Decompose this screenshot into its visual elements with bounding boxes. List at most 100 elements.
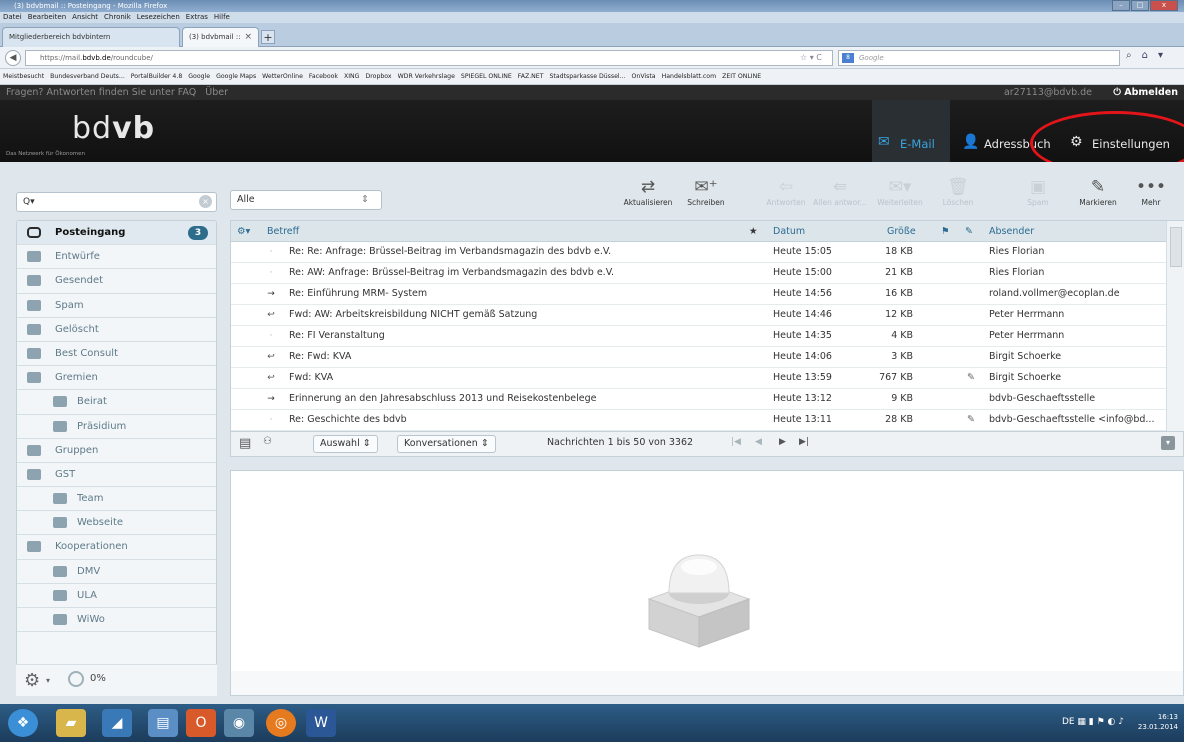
clock[interactable]: 16:13 23.01.2014 bbox=[1138, 712, 1178, 732]
about-link[interactable]: Über bbox=[205, 87, 228, 98]
menu-ansicht[interactable]: Ansicht bbox=[72, 12, 98, 23]
start-button[interactable]: ❖ bbox=[8, 709, 38, 737]
folder-item[interactable]: Gelöscht bbox=[17, 318, 216, 342]
message-row[interactable]: · Re: Re: Anfrage: Brüssel-Beitrag im Ver… bbox=[231, 242, 1166, 263]
more-button[interactable]: ••• Mehr bbox=[1124, 176, 1178, 212]
delete-button[interactable]: 🗑 Löschen bbox=[930, 176, 986, 212]
bookmark-item[interactable]: Google bbox=[188, 69, 210, 84]
folder-item[interactable]: Posteingang 3 bbox=[17, 221, 216, 246]
reply-button[interactable]: ⇦ Antworten bbox=[758, 176, 814, 212]
home-icon[interactable]: ⌂ bbox=[1142, 50, 1148, 61]
folder-item[interactable]: Präsidium bbox=[17, 415, 216, 439]
language-indicator[interactable]: DE bbox=[1062, 717, 1075, 727]
column-flag-star-icon[interactable]: ★ bbox=[749, 221, 758, 242]
message-row[interactable]: → Re: Einführung MRM- System Heute 14:56 16… bbox=[231, 284, 1166, 305]
bookmark-item[interactable]: ZEIT ONLINE bbox=[722, 69, 761, 84]
list-view-icon[interactable]: ▤ bbox=[239, 436, 251, 451]
list-options-icon[interactable]: ⚙▾ bbox=[237, 221, 250, 242]
message-row[interactable]: ↩ Re: Fwd: KVA Heute 14:06 3 KB Birgit Schoe… bbox=[231, 347, 1166, 368]
bookmark-item[interactable]: WetterOnline bbox=[262, 69, 303, 84]
menu-hilfe[interactable]: Hilfe bbox=[214, 12, 230, 23]
message-row[interactable]: · Re: AW: Anfrage: Brüssel-Beitrag im Ver… bbox=[231, 263, 1166, 284]
bdvb-logo[interactable]: bdvb bbox=[72, 114, 155, 144]
mail-search-input[interactable]: Q▾ × bbox=[16, 192, 217, 212]
reply-all-button[interactable]: ⇚ Allen antwor... bbox=[812, 176, 868, 212]
bookmark-item[interactable]: Bundesverband Deuts... bbox=[50, 69, 125, 84]
bookmark-item[interactable]: Meistbesucht bbox=[3, 69, 44, 84]
nav-email[interactable]: ✉ E-Mail bbox=[872, 100, 950, 162]
folder-item[interactable]: Team bbox=[17, 487, 216, 512]
folder-item[interactable]: Best Consult bbox=[17, 342, 216, 367]
close-tab-icon[interactable]: × bbox=[244, 28, 252, 46]
column-size[interactable]: Größe bbox=[887, 221, 916, 242]
folder-item[interactable]: Entwürfe bbox=[17, 245, 216, 270]
firefox-icon[interactable]: ◎ bbox=[266, 709, 296, 737]
folder-settings-gear-icon[interactable]: ⚙ bbox=[24, 670, 40, 691]
addon-icon[interactable]: ▾ bbox=[1158, 50, 1163, 61]
bookmark-item[interactable]: Dropbox bbox=[365, 69, 391, 84]
bookmark-item[interactable]: SPIEGEL ONLINE bbox=[461, 69, 512, 84]
threads-dropdown[interactable]: Konversationen ⇕ bbox=[397, 435, 496, 453]
maximize-button[interactable]: □ bbox=[1131, 0, 1149, 11]
first-page-icon[interactable]: |◀ bbox=[731, 437, 741, 447]
help-link[interactable]: Fragen? Antworten finden Sie unter FAQ bbox=[6, 87, 196, 98]
message-row[interactable]: · Re: Geschichte des bdvb Heute 13:11 28 KB… bbox=[231, 410, 1166, 431]
explorer-icon[interactable]: ▰ bbox=[56, 709, 86, 737]
folder-item[interactable]: ULA bbox=[17, 584, 216, 608]
folder-item[interactable]: WiWo bbox=[17, 608, 216, 633]
folder-item[interactable]: Spam bbox=[17, 294, 216, 318]
refresh-button[interactable]: ⇄ Aktualisieren bbox=[620, 176, 676, 212]
search-icon[interactable]: ⌕ bbox=[1126, 50, 1132, 61]
network-icon[interactable]: ◉ bbox=[224, 709, 254, 737]
tab-posteingang[interactable]: (3) bdvbmail :: Posteingang × bbox=[182, 27, 259, 59]
list-scrollbar[interactable] bbox=[1166, 221, 1184, 431]
message-row[interactable]: · Re: FI Veranstaltung Heute 14:35 4 KB Pete… bbox=[231, 326, 1166, 347]
column-from[interactable]: Absender bbox=[989, 221, 1034, 242]
folder-item[interactable]: Gesendet bbox=[17, 269, 216, 294]
toggle-preview-icon[interactable]: ▾ bbox=[1161, 436, 1175, 450]
column-status-icon[interactable]: ⚑ bbox=[941, 221, 950, 242]
column-subject[interactable]: Betreff bbox=[267, 221, 299, 242]
folder-item[interactable]: Webseite bbox=[17, 511, 216, 536]
bookmark-item[interactable]: WDR Verkehrslage bbox=[398, 69, 455, 84]
bookmark-item[interactable]: OnVista bbox=[632, 69, 656, 84]
search-options-icon[interactable]: Q▾ bbox=[23, 197, 35, 207]
column-attachment-icon[interactable]: ✎ bbox=[965, 221, 973, 242]
mark-button[interactable]: ✎ Markieren bbox=[1070, 176, 1126, 212]
minimize-button[interactable]: – bbox=[1112, 0, 1130, 11]
chevron-down-icon[interactable]: ▾ bbox=[46, 676, 50, 685]
bookmark-item[interactable]: Facebook bbox=[309, 69, 338, 84]
outlook-icon[interactable]: O bbox=[186, 709, 216, 737]
app-icon[interactable]: ◢ bbox=[102, 709, 132, 737]
menu-extras[interactable]: Extras bbox=[186, 12, 208, 23]
column-date[interactable]: Datum bbox=[773, 221, 805, 242]
prev-page-icon[interactable]: ◀ bbox=[755, 437, 762, 447]
web-search-input[interactable]: 8 Google bbox=[838, 50, 1120, 66]
folder-item[interactable]: Gremien bbox=[17, 366, 216, 391]
folder-item[interactable]: GST bbox=[17, 463, 216, 488]
logout-button[interactable]: ⏻ Abmelden bbox=[1113, 85, 1178, 100]
folder-item[interactable]: DMV bbox=[17, 560, 216, 584]
folder-item[interactable]: Kooperationen bbox=[17, 535, 216, 560]
bookmark-item[interactable]: XING bbox=[344, 69, 360, 84]
last-page-icon[interactable]: ▶| bbox=[799, 437, 809, 447]
close-window-button[interactable]: x bbox=[1150, 0, 1178, 11]
tab-mitgliederbereich[interactable]: Mitgliederbereich bdvbintern bbox=[2, 27, 180, 47]
spam-button[interactable]: ▣ Spam bbox=[1010, 176, 1066, 212]
bookmark-item[interactable]: Handelsblatt.com bbox=[662, 69, 717, 84]
back-button[interactable]: ◀ bbox=[5, 50, 21, 66]
message-row[interactable]: ↩ Fwd: AW: Arbeitskreisbildung NICHT gemä… bbox=[231, 305, 1166, 326]
new-tab-button[interactable]: + bbox=[261, 30, 275, 44]
folder-item[interactable]: Beirat bbox=[17, 390, 216, 415]
scrollbar-thumb[interactable] bbox=[1170, 227, 1182, 267]
clear-search-icon[interactable]: × bbox=[199, 195, 212, 208]
forward-button[interactable]: ✉▾ Weiterleiten bbox=[872, 176, 928, 212]
compose-button[interactable]: ✉⁺ Schreiben bbox=[678, 176, 734, 212]
word-icon[interactable]: W bbox=[306, 709, 336, 737]
folder-item[interactable]: Gruppen bbox=[17, 439, 216, 463]
next-page-icon[interactable]: ▶ bbox=[779, 437, 786, 447]
selection-dropdown[interactable]: Auswahl ⇕ bbox=[313, 435, 378, 453]
menu-bearbeiten[interactable]: Bearbeiten bbox=[28, 12, 66, 23]
bookmark-item[interactable]: Stadtsparkasse Düssel... bbox=[550, 69, 626, 84]
message-row[interactable]: → Erinnerung an den Jahresabschluss 2013 … bbox=[231, 389, 1166, 410]
